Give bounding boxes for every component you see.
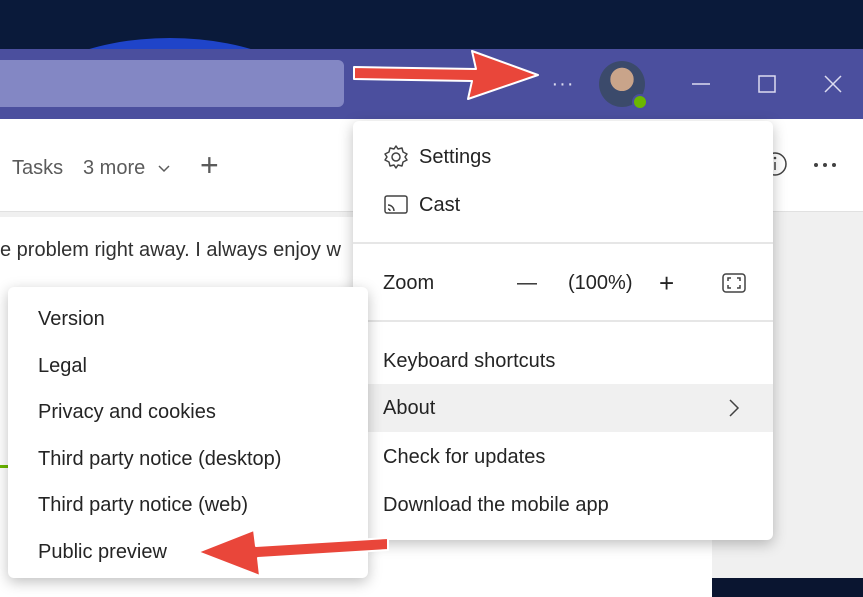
chevron-right-icon (729, 399, 740, 417)
tab-more[interactable]: 3 more (83, 157, 171, 180)
zoom-value: (100%) (568, 271, 633, 294)
menu-item-settings[interactable]: Settings (353, 141, 773, 173)
menu-divider (353, 320, 773, 322)
menu-item-about[interactable]: About (353, 384, 773, 432)
ellipsis-icon[interactable] (812, 161, 838, 169)
menu-item-check-updates-label: Check for updates (383, 445, 546, 468)
menu-item-download-mobile-label: Download the mobile app (383, 493, 609, 516)
more-icon: ··· (551, 72, 575, 95)
message-text: e problem right away. I always enjoy w (0, 239, 341, 261)
tab-more-label: 3 more (83, 157, 146, 179)
gear-icon (384, 145, 408, 169)
minimize-button[interactable] (678, 61, 724, 107)
menu-item-cast-label: Cast (419, 193, 461, 216)
zoom-out-button[interactable]: — (517, 272, 537, 295)
zoom-in-button[interactable]: + (659, 268, 674, 299)
cast-icon (384, 195, 408, 214)
tab-tasks[interactable]: Tasks (12, 157, 63, 180)
submenu-item-third-party-desktop[interactable]: Third party notice (desktop) (8, 443, 368, 475)
annotation-arrow-to-more (353, 50, 539, 100)
maximize-button[interactable] (744, 61, 790, 107)
menu-divider (353, 242, 773, 244)
fullscreen-icon[interactable] (721, 272, 747, 294)
zoom-row: Zoom — (100%) + (353, 267, 773, 299)
chevron-down-icon (158, 165, 170, 173)
minimize-icon (692, 83, 710, 85)
close-icon (824, 75, 842, 93)
annotation-arrow-to-public-preview (197, 529, 389, 577)
menu-item-settings-label: Settings (419, 145, 492, 168)
menu-item-keyboard-shortcuts-label: Keyboard shortcuts (383, 349, 556, 372)
settings-and-more-menu: Settings Cast Zoom — (100%) + Keyboard s… (353, 121, 773, 540)
search-box[interactable] (0, 60, 344, 107)
menu-item-download-mobile[interactable]: Download the mobile app (353, 489, 773, 521)
menu-item-cast[interactable]: Cast (353, 189, 773, 221)
menu-item-keyboard-shortcuts[interactable]: Keyboard shortcuts (353, 345, 773, 377)
zoom-label: Zoom (383, 271, 435, 294)
submenu-item-privacy[interactable]: Privacy and cookies (8, 396, 368, 428)
submenu-item-third-party-web[interactable]: Third party notice (web) (8, 489, 368, 521)
presence-badge (632, 94, 648, 110)
menu-item-about-label: About (383, 396, 436, 419)
menu-item-check-updates[interactable]: Check for updates (353, 441, 773, 473)
close-button[interactable] (810, 61, 856, 107)
maximize-icon (758, 75, 776, 93)
submenu-item-version[interactable]: Version (8, 303, 368, 335)
submenu-item-legal[interactable]: Legal (8, 350, 368, 382)
add-tab-button[interactable]: + (200, 147, 219, 184)
